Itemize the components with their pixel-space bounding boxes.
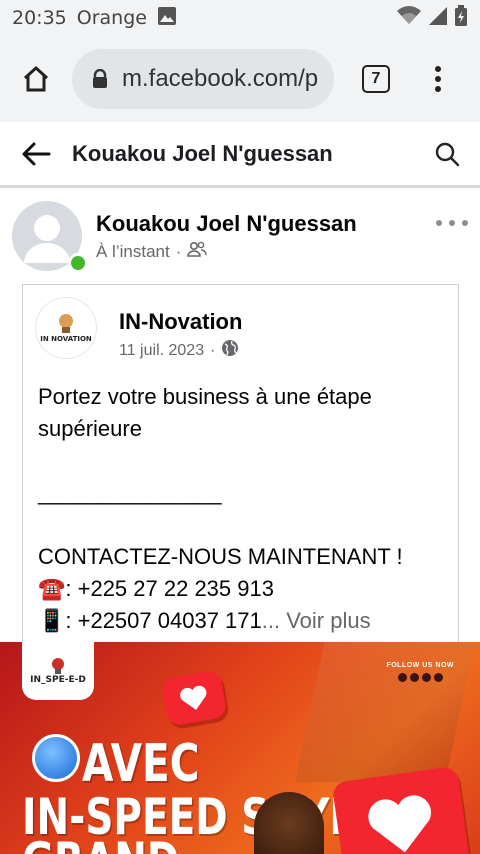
dot [449, 220, 455, 226]
text-line: _______________ [38, 480, 222, 505]
friends-audience-icon [187, 241, 208, 262]
address-bar[interactable]: m.facebook.com/p [72, 49, 334, 109]
text-line [38, 509, 448, 541]
signal-icon [428, 6, 448, 31]
shared-page-name[interactable]: IN-Novation [119, 309, 242, 335]
see-more-link[interactable]: ... Voir plus [262, 608, 371, 633]
text-line: CONTACTEZ-NOUS MAINTENANT ! [38, 544, 403, 569]
twitter-icon [409, 673, 419, 682]
banner-logo: IN_SPE-E-D [22, 642, 94, 700]
lock-icon [92, 69, 108, 89]
wifi-icon [396, 5, 422, 31]
heart-bubble-icon [160, 669, 228, 727]
meta-separator: · [210, 341, 216, 359]
browser-menu-button[interactable] [418, 36, 458, 122]
page-header: Kouakou Joel N'guessan [0, 122, 480, 188]
tab-switcher-button[interactable]: 7 [334, 36, 418, 122]
shared-post-date[interactable]: 11 juil. 2023 [119, 342, 204, 360]
facebook-icon [397, 673, 407, 682]
status-time: 20:35 [12, 7, 67, 29]
post-time[interactable]: À l’instant [96, 242, 170, 262]
dot [462, 220, 468, 226]
browser-toolbar: m.facebook.com/p 7 [0, 36, 480, 122]
lightbulb-logo-icon [52, 658, 64, 674]
status-carrier: Orange [76, 7, 147, 29]
banner-logo-text: IN_SPE-E-D [30, 675, 86, 685]
banner-headline-1: AVEC [82, 734, 200, 794]
status-bar: 20:35 Orange [0, 0, 480, 36]
page-logo[interactable]: IN NOVATION [35, 297, 97, 359]
search-icon [435, 142, 460, 166]
globe-icon [221, 339, 239, 362]
arrow-left-icon [22, 142, 51, 165]
person-photo [254, 792, 324, 854]
home-button[interactable] [0, 36, 72, 122]
battery-icon [454, 4, 468, 32]
home-icon [23, 66, 49, 92]
tab-count: 7 [362, 65, 390, 93]
post-options-button[interactable] [436, 215, 468, 231]
page-logo-text: IN NOVATION [40, 335, 92, 343]
meta-separator: · [175, 241, 182, 261]
more-vertical-icon [435, 66, 441, 92]
shared-post-card[interactable]: IN NOVATION IN-Novation 11 juil. 2023 · … [22, 284, 459, 646]
follow-text: FOLLOW US NOW [386, 662, 454, 669]
text-line: ☎️: +225 27 22 235 913 [38, 576, 274, 601]
post: Kouakou Joel N'guessan À l’instant · IN … [0, 191, 480, 854]
post-header: Kouakou Joel N'guessan À l’instant · [12, 201, 468, 273]
gallery-notification-icon [157, 6, 177, 31]
post-meta: À l’instant · [96, 241, 208, 262]
online-status-dot [68, 253, 88, 273]
shared-post-text: Portez votre business à une étape supéri… [38, 381, 448, 637]
youtube-icon [421, 673, 431, 682]
text-line: Portez votre business à une étape supéri… [38, 384, 372, 441]
shared-post-meta: 11 juil. 2023 · [119, 339, 239, 362]
search-button[interactable] [414, 121, 480, 187]
page-title: Kouakou Joel N'guessan [72, 140, 333, 166]
post-image[interactable]: IN_SPE-E-D FOLLOW US NOW AVEC IN-SPEED S… [0, 642, 480, 854]
text-line [38, 445, 448, 477]
dot [436, 220, 442, 226]
text-line-last: 📱: +22507 04037 171... Voir plus [38, 605, 448, 637]
text-line: 📱: +22507 04037 171 [38, 608, 262, 633]
lightbulb-logo-icon [59, 314, 73, 333]
like-thumb-icon [32, 734, 80, 782]
back-button[interactable] [0, 121, 72, 187]
social-icons [386, 673, 454, 682]
follow-us-badge: FOLLOW US NOW [386, 662, 454, 682]
address-url: m.facebook.com/p [122, 65, 319, 92]
banner-headline-3: GRAND [22, 832, 179, 854]
instagram-icon [433, 673, 443, 682]
post-author[interactable]: Kouakou Joel N'guessan [96, 211, 357, 237]
